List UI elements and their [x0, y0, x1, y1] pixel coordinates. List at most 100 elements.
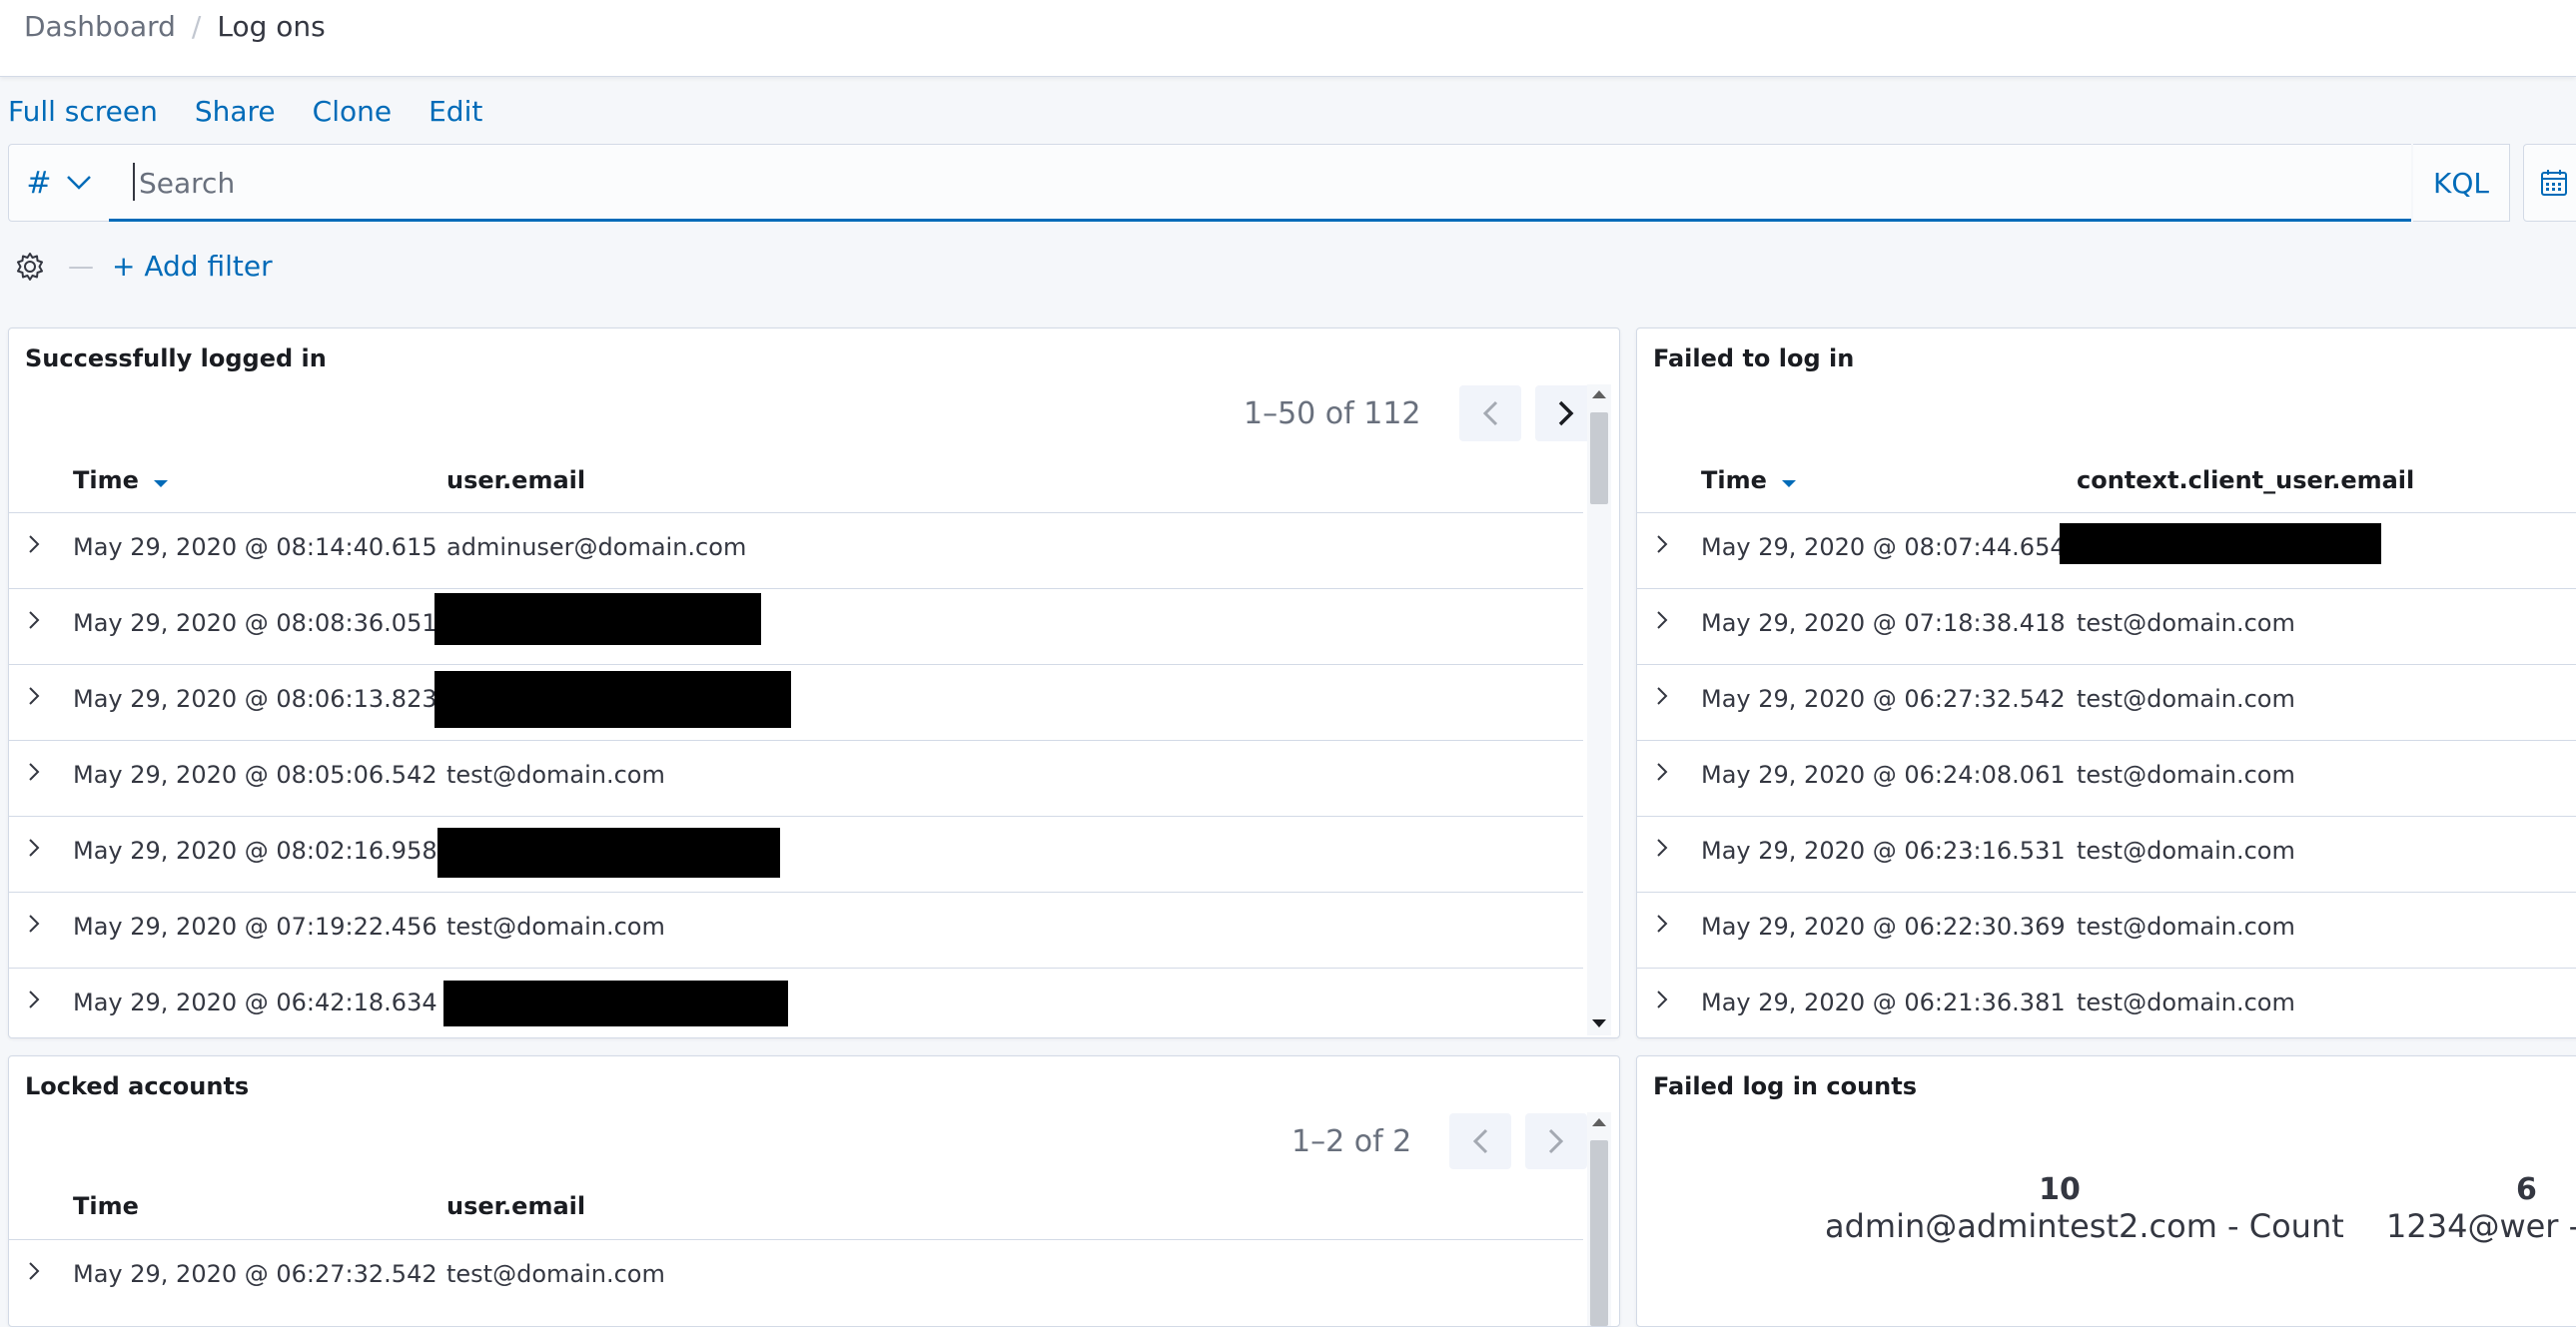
search-input[interactable]: [137, 163, 2338, 203]
expand-row-icon[interactable]: [27, 761, 41, 783]
expand-row-icon[interactable]: [1655, 837, 1669, 859]
clone-link[interactable]: Clone: [313, 95, 392, 128]
scroll-down-arrow[interactable]: [1592, 1019, 1606, 1027]
scrollbar-thumb[interactable]: [1590, 412, 1608, 504]
panel-title: Failed log in counts: [1653, 1072, 1918, 1100]
vertical-scrollbar[interactable]: [1587, 384, 1611, 1035]
table-row: May 29, 2020 @ 08:02:16.958: [9, 816, 1583, 892]
column-header-time[interactable]: Time: [73, 1192, 139, 1220]
add-filter-button[interactable]: + Add filter: [112, 250, 273, 283]
metric-label: admin@admintest2.com - Count: [1825, 1207, 2344, 1245]
table-row: May 29, 2020 @ 08:08:36.051: [9, 588, 1583, 664]
filter-divider: —: [68, 251, 94, 282]
expand-row-icon[interactable]: [1655, 913, 1669, 935]
email-cell: test@domain.com: [2077, 913, 2295, 941]
date-picker-button[interactable]: [2523, 144, 2576, 222]
full-screen-link[interactable]: Full screen: [8, 95, 158, 128]
scrollbar-thumb[interactable]: [1590, 1140, 1608, 1326]
text-caret: [133, 163, 135, 201]
results-table: Time user.email May 29, 2020 @ 06:27:32.…: [9, 1056, 1583, 1326]
time-cell: May 29, 2020 @ 06:27:32.542: [1701, 685, 2066, 713]
kql-toggle-button[interactable]: KQL: [2413, 144, 2510, 222]
column-header-user-email[interactable]: user.email: [446, 466, 585, 494]
time-cell: May 29, 2020 @ 08:07:44.654: [1701, 533, 2066, 561]
expand-row-icon[interactable]: [27, 533, 41, 555]
metric-item: 10 admin@admintest2.com - Count: [1825, 1172, 2344, 1245]
sort-descending-icon: [1782, 480, 1797, 487]
email-cell: test@domain.com: [446, 1260, 665, 1288]
expand-row-icon[interactable]: [27, 609, 41, 631]
email-cell: adminuser@domain.com: [446, 533, 747, 561]
expand-row-icon[interactable]: [27, 913, 41, 935]
breadcrumb-dashboard-link[interactable]: Dashboard: [24, 10, 176, 44]
expand-row-icon[interactable]: [1655, 761, 1669, 783]
expand-row-icon[interactable]: [27, 989, 41, 1010]
edit-link[interactable]: Edit: [429, 95, 482, 128]
table-row: May 29, 2020 @ 06:27:32.542 test@domain.…: [1637, 664, 2576, 740]
filter-bar: — + Add filter: [14, 250, 273, 283]
table-row: May 29, 2020 @ 06:23:16.531 test@domain.…: [1637, 816, 2576, 892]
breadcrumb-separator: /: [191, 10, 202, 43]
time-cell: May 29, 2020 @ 08:05:06.542: [73, 761, 437, 789]
results-table: Time user.email May 29, 2020 @ 08:14:40.…: [9, 329, 1583, 1037]
breadcrumb-current-page: Log ons: [217, 10, 326, 43]
scroll-up-arrow[interactable]: [1592, 1118, 1606, 1126]
column-header-user-email[interactable]: user.email: [446, 1192, 585, 1220]
table-row: May 29, 2020 @ 07:18:38.418 test@domain.…: [1637, 588, 2576, 664]
metric-label: 1234@wer -: [2386, 1207, 2576, 1245]
expand-row-icon[interactable]: [1655, 609, 1669, 631]
email-cell: test@domain.com: [446, 761, 665, 789]
locked-accounts-panel: Locked accounts 1–2 of 2 Time user.email…: [8, 1055, 1620, 1327]
metric-item: 6 1234@wer -: [2376, 1172, 2576, 1245]
expand-row-icon[interactable]: [27, 1260, 41, 1282]
table-row: May 29, 2020 @ 06:21:36.381 test@domain.…: [1637, 968, 2576, 1037]
search-field: [109, 144, 2411, 222]
calendar-icon: [2541, 170, 2567, 196]
gear-icon[interactable]: [14, 251, 46, 283]
expand-row-icon[interactable]: [27, 837, 41, 859]
redacted-email-box: [443, 981, 788, 1026]
expand-row-icon[interactable]: [1655, 989, 1669, 1010]
failed-logins-panel: Failed to log in Time context.client_use…: [1636, 328, 2576, 1038]
email-cell: test@domain.com: [2077, 837, 2295, 865]
chevron-down-icon: [66, 176, 91, 190]
table-row: May 29, 2020 @ 08:14:40.615 adminuser@do…: [9, 512, 1583, 588]
table-row: May 29, 2020 @ 06:24:08.061 test@domain.…: [1637, 740, 2576, 816]
failed-login-counts-panel: Failed log in counts 10 admin@admintest2…: [1636, 1055, 2576, 1327]
column-header-time[interactable]: Time: [1701, 466, 1797, 494]
table-row: May 29, 2020 @ 06:42:18.634: [9, 968, 1583, 1037]
expand-row-icon[interactable]: [27, 685, 41, 707]
query-language-menu-button[interactable]: #: [8, 144, 110, 222]
redacted-email-box: [434, 593, 761, 645]
sort-descending-icon: [154, 480, 169, 487]
email-cell: test@domain.com: [2077, 761, 2295, 789]
time-cell: May 29, 2020 @ 06:24:08.061: [1701, 761, 2066, 789]
time-cell: May 29, 2020 @ 07:19:22.456: [73, 913, 437, 941]
time-cell: May 29, 2020 @ 06:42:18.634: [73, 989, 437, 1016]
results-table: Time context.client_user.email May 29, 2…: [1637, 329, 2576, 1037]
redacted-email-box: [2060, 523, 2381, 564]
successful-logins-panel: Successfully logged in 1–50 of 112 Time …: [8, 328, 1620, 1038]
table-row: May 29, 2020 @ 07:19:22.456 test@domain.…: [9, 892, 1583, 968]
column-header-time[interactable]: Time: [73, 466, 169, 494]
time-cell: May 29, 2020 @ 08:06:13.823: [73, 685, 437, 713]
email-cell: test@domain.com: [446, 913, 665, 941]
vertical-scrollbar[interactable]: [1587, 1112, 1611, 1326]
share-link[interactable]: Share: [195, 95, 276, 128]
scroll-up-arrow[interactable]: [1592, 390, 1606, 398]
column-header-client-user-email[interactable]: context.client_user.email: [2077, 466, 2414, 494]
time-cell: May 29, 2020 @ 08:02:16.958: [73, 837, 437, 865]
query-bar: # KQL: [8, 144, 2576, 222]
time-cell: May 29, 2020 @ 06:27:32.542: [73, 1260, 437, 1288]
table-row: May 29, 2020 @ 06:22:30.369 test@domain.…: [1637, 892, 2576, 968]
expand-row-icon[interactable]: [1655, 685, 1669, 707]
time-cell: May 29, 2020 @ 06:23:16.531: [1701, 837, 2066, 865]
table-row: May 29, 2020 @ 06:27:32.542 test@domain.…: [9, 1239, 1583, 1315]
email-cell: test@domain.com: [2077, 609, 2295, 637]
table-row: May 29, 2020 @ 08:06:13.823: [9, 664, 1583, 740]
table-row: May 29, 2020 @ 08:05:06.542 test@domain.…: [9, 740, 1583, 816]
dashboard-actions: Full screen Share Clone Edit: [8, 95, 482, 128]
table-row: May 29, 2020 @ 08:07:44.654: [1637, 512, 2576, 588]
expand-row-icon[interactable]: [1655, 533, 1669, 555]
redacted-email-box: [437, 828, 780, 878]
